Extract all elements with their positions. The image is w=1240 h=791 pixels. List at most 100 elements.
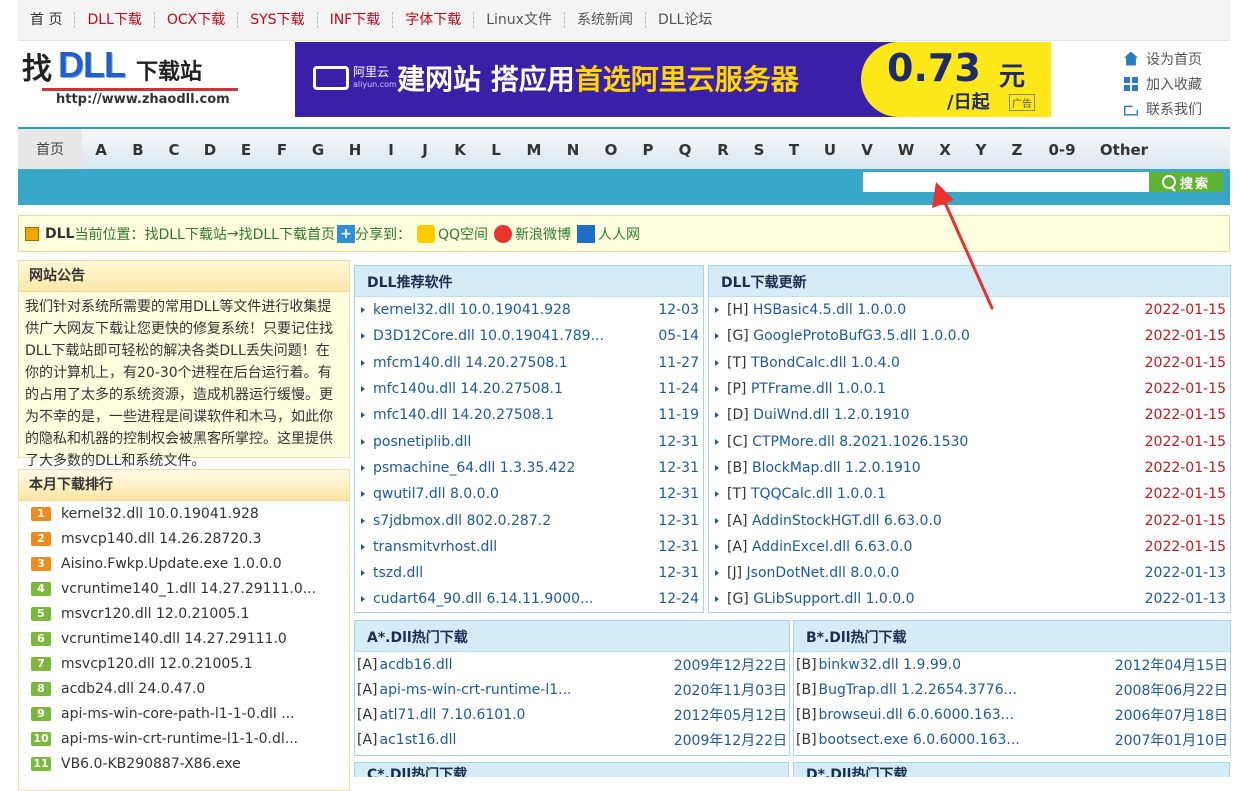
recommended-item[interactable]: transmitvrhost.dll 12-31: [355, 534, 703, 560]
hotA-item[interactable]: [A] ac1st16.dll 2009年12月22日: [355, 727, 789, 752]
letter-tab-17[interactable]: Q: [666, 141, 704, 159]
recommended-item-name[interactable]: tszd.dll: [373, 565, 649, 581]
recommended-item[interactable]: D3D12Core.dll 10.0.19041.789... 05-14: [355, 323, 703, 349]
rank-item-name[interactable]: api-ms-win-crt-runtime-l1-1-0.dl...: [61, 731, 298, 747]
letter-tab-27[interactable]: 0-9: [1036, 141, 1088, 159]
search-button[interactable]: 搜索: [1149, 172, 1223, 192]
hotA-item[interactable]: [A] atl71.dll 7.10.6101.0 2012年05月12日: [355, 702, 789, 727]
breadcrumb-page-link[interactable]: 找DLL下载首页: [239, 224, 335, 244]
recommended-item-name[interactable]: transmitvrhost.dll: [373, 539, 649, 555]
recommended-item-name[interactable]: qwutil7.dll 8.0.0.0: [373, 486, 649, 502]
hotB-item[interactable]: [B] bootsect.exe 6.0.6000.163... 2007年01月1…: [794, 727, 1230, 752]
letter-tab-4[interactable]: D: [192, 141, 228, 159]
recommended-item-name[interactable]: s7jdbmox.dll 802.0.287.2: [373, 513, 649, 529]
hotA-item-name[interactable]: ac1st16.dll: [380, 732, 663, 748]
hotA-item-name[interactable]: acdb16.dll: [380, 657, 663, 673]
recommended-item[interactable]: tszd.dll 12-31: [355, 560, 703, 586]
recommended-item-name[interactable]: mfc140.dll 14.20.27508.1: [373, 407, 649, 423]
qzone-icon[interactable]: [416, 224, 435, 243]
letter-tab-16[interactable]: P: [630, 141, 666, 159]
recommended-item-name[interactable]: psmachine_64.dll 1.3.35.422: [373, 460, 649, 476]
rank-item-name[interactable]: msvcr120.dll 12.0.21005.1: [61, 606, 249, 622]
search-input[interactable]: [863, 172, 1150, 192]
letter-tab-24[interactable]: X: [926, 141, 964, 159]
letter-tab-25[interactable]: Y: [964, 141, 998, 159]
update-item[interactable]: [G] GLibSupport.dll 1.0.0.0 2022-01-13: [709, 586, 1230, 612]
top-nav-link-0[interactable]: 首 页: [18, 12, 76, 28]
recommended-item[interactable]: mfcm140.dll 14.20.27508.1 11-27: [355, 350, 703, 376]
letter-tab-21[interactable]: U: [812, 141, 848, 159]
letter-tab-0[interactable]: 首页: [18, 129, 82, 171]
recommended-item[interactable]: cudart64_90.dll 6.14.11.9000... 12-24: [355, 586, 703, 612]
rank-item[interactable]: 3 Aisino.Fwkp.Update.exe 1.0.0.0: [19, 551, 349, 576]
update-item[interactable]: [C] CTPMore.dll 8.2021.1026.1530 2022-01-…: [709, 428, 1230, 454]
rank-item-name[interactable]: vcruntime140.dll 14.27.29111.0: [61, 631, 287, 647]
recommended-item-name[interactable]: D3D12Core.dll 10.0.19041.789...: [373, 328, 649, 344]
recommended-item[interactable]: s7jdbmox.dll 802.0.287.2 12-31: [355, 507, 703, 533]
letter-tab-5[interactable]: E: [228, 141, 264, 159]
hotB-item[interactable]: [B] binkw32.dll 1.9.99.0 2012年04月15日: [794, 652, 1230, 677]
letter-tab-2[interactable]: B: [120, 141, 156, 159]
hotB-item[interactable]: [B] browseui.dll 6.0.6000.163... 2006年07月1…: [794, 702, 1230, 727]
hotA-item-name[interactable]: atl71.dll 7.10.6101.0: [380, 707, 663, 723]
share-qzone-link[interactable]: QQ空间: [438, 224, 488, 244]
update-item[interactable]: [G] GoogleProtoBufG3.5.dll 1.0.0.0 2022-0…: [709, 323, 1230, 349]
recommended-item-name[interactable]: mfc140u.dll 14.20.27508.1: [373, 381, 649, 397]
rank-item[interactable]: 4 vcruntime140_1.dll 14.27.29111.0...: [19, 576, 349, 601]
set-home-link[interactable]: 设为首页: [1124, 46, 1234, 71]
update-item[interactable]: [T] TBondCalc.dll 1.0.4.0 2022-01-15: [709, 350, 1230, 376]
rank-item-name[interactable]: vcruntime140_1.dll 14.27.29111.0...: [61, 581, 316, 597]
recommended-item-name[interactable]: mfcm140.dll 14.20.27508.1: [373, 355, 649, 371]
update-item-name[interactable]: GoogleProtoBufG3.5.dll 1.0.0.0: [753, 328, 970, 344]
letter-tab-1[interactable]: A: [82, 141, 120, 159]
weibo-icon[interactable]: [494, 224, 513, 243]
hotB-item-name[interactable]: browseui.dll 6.0.6000.163...: [819, 707, 1104, 723]
update-item-name[interactable]: DuiWnd.dll 1.2.0.1910: [753, 407, 909, 423]
letter-tab-11[interactable]: K: [442, 141, 478, 159]
top-nav-link-5[interactable]: 字体下载: [393, 12, 475, 28]
update-item[interactable]: [A] AddinStockHGT.dll 6.63.0.0 2022-01-15: [709, 507, 1230, 533]
rank-item-name[interactable]: api-ms-win-core-path-l1-1-0.dll ...: [61, 706, 295, 722]
breadcrumb-site-link[interactable]: 找DLL下载站: [144, 224, 226, 244]
update-item-name[interactable]: HSBasic4.5.dll 1.0.0.0: [753, 302, 906, 318]
letter-tab-14[interactable]: N: [554, 141, 592, 159]
letter-tab-3[interactable]: C: [156, 141, 192, 159]
rank-item[interactable]: 8 acdb24.dll 24.0.47.0: [19, 676, 349, 701]
letter-tab-12[interactable]: L: [478, 141, 514, 159]
letter-tab-18[interactable]: R: [704, 141, 742, 159]
hotB-item-name[interactable]: BugTrap.dll 1.2.2654.3776...: [819, 682, 1104, 698]
letter-tab-15[interactable]: O: [592, 141, 630, 159]
update-item[interactable]: [B] BlockMap.dll 1.2.0.1910 2022-01-15: [709, 455, 1230, 481]
aliyun-banner-ad[interactable]: 阿里云 aliyun.com 建网站 搭应用首选阿里云服务器 0.73 元 /日…: [295, 42, 1051, 117]
top-nav-link-2[interactable]: OCX下载: [155, 12, 239, 28]
update-item[interactable]: [D] DuiWnd.dll 1.2.0.1910 2022-01-15: [709, 402, 1230, 428]
rank-item[interactable]: 9 api-ms-win-core-path-l1-1-0.dll ...: [19, 701, 349, 726]
letter-tab-13[interactable]: M: [514, 141, 554, 159]
rank-item-name[interactable]: msvcp140.dll 14.26.28720.3: [61, 531, 262, 547]
hotB-item[interactable]: [B] BugTrap.dll 1.2.2654.3776... 2008年06月2…: [794, 677, 1230, 702]
update-item[interactable]: [T] TQQCalc.dll 1.0.0.1 2022-01-15: [709, 481, 1230, 507]
update-item-name[interactable]: AddinExcel.dll 6.63.0.0: [752, 539, 912, 555]
letter-tab-10[interactable]: J: [408, 141, 442, 159]
add-favorite-link[interactable]: 加入收藏: [1124, 71, 1234, 96]
rank-item-name[interactable]: VB6.0-KB290887-X86.exe: [61, 756, 241, 772]
hotB-item-name[interactable]: binkw32.dll 1.9.99.0: [819, 657, 1104, 673]
letter-tab-22[interactable]: V: [848, 141, 886, 159]
update-item[interactable]: [A] AddinExcel.dll 6.63.0.0 2022-01-15: [709, 534, 1230, 560]
top-nav-link-7[interactable]: 系统新闻: [565, 12, 646, 28]
update-item[interactable]: [H] HSBasic4.5.dll 1.0.0.0 2022-01-15: [709, 297, 1230, 323]
update-item[interactable]: [J] JsonDotNet.dll 8.0.0.0 2022-01-13: [709, 560, 1230, 586]
recommended-item[interactable]: qwutil7.dll 8.0.0.0 12-31: [355, 481, 703, 507]
update-item-name[interactable]: BlockMap.dll 1.2.0.1910: [752, 460, 921, 476]
recommended-item-name[interactable]: cudart64_90.dll 6.14.11.9000...: [373, 591, 649, 607]
letter-tab-6[interactable]: F: [264, 141, 300, 159]
rank-item[interactable]: 1 kernel32.dll 10.0.19041.928: [19, 501, 349, 526]
top-nav-link-8[interactable]: DLL论坛: [646, 12, 724, 28]
hotA-item-name[interactable]: api-ms-win-crt-runtime-l1...: [380, 682, 663, 698]
recommended-item[interactable]: mfc140u.dll 14.20.27508.1 11-24: [355, 376, 703, 402]
rank-item[interactable]: 2 msvcp140.dll 14.26.28720.3: [19, 526, 349, 551]
rank-item[interactable]: 11 VB6.0-KB290887-X86.exe: [19, 751, 349, 776]
contact-us-link[interactable]: 联系我们: [1124, 96, 1234, 121]
top-nav-link-3[interactable]: SYS下载: [238, 12, 318, 28]
recommended-item[interactable]: posnetiplib.dll 12-31: [355, 428, 703, 454]
